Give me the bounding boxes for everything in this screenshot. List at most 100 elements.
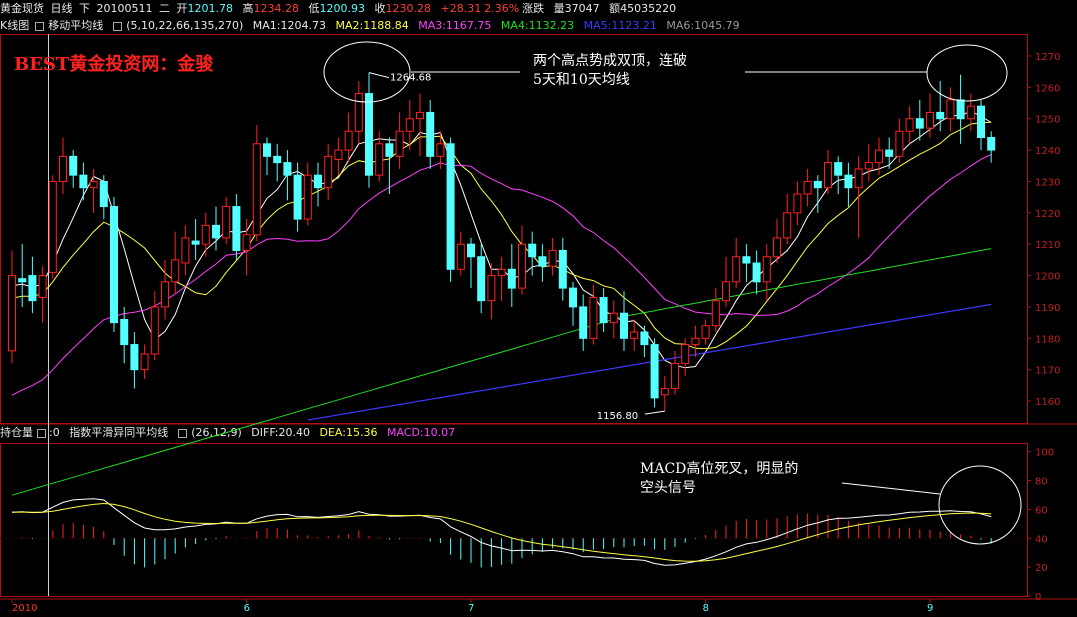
candle-body [232,206,241,251]
macd-tick-label: 60 [1035,505,1048,516]
ma-lines [11,110,992,496]
macd-tick-label: 100 [1035,448,1054,459]
candle-body [569,287,577,308]
candle-body [915,118,924,129]
candle-body [365,93,373,176]
candle-body [456,243,465,270]
candle-body [242,234,251,251]
candle-body [324,155,333,189]
price-tick-label: 1200 [1035,272,1060,283]
price-tick-label: 1270 [1035,52,1060,63]
macd-panel-border [0,443,1028,597]
price-tick-label: 1210 [1035,240,1060,251]
time-tick-label: 7 [468,603,474,614]
candle-body [110,206,118,324]
candle-body [314,174,322,189]
top-annotation-line2: 5天和10天均线 [533,72,630,88]
candle-body [609,312,618,324]
candle-body [507,268,516,289]
candle-body [161,281,169,308]
candle-body [171,259,180,283]
candle-body [385,143,394,157]
candle-body [762,256,771,283]
candle-body [395,130,404,157]
candle-body [99,180,108,208]
macd-annotation-line1: MACD高位死叉，明显的 [640,461,799,477]
candle-body [263,143,271,157]
candle-body [854,168,863,189]
candle-body [354,93,363,132]
candle-body [966,105,975,120]
candle-body [946,99,955,120]
trough-price-label: 1156.80 [597,411,638,422]
candle-body [885,149,894,157]
candle-body [630,331,639,339]
price-tick-label: 1190 [1035,303,1060,314]
candle-body [834,162,843,176]
top-annotation: 两个高点势成双顶，连破 5天和10天均线 [533,52,687,90]
candle-body [926,111,934,129]
candle-body [895,130,904,157]
peak-marker-line [368,72,390,79]
candle-body [273,155,282,164]
candle-body [191,240,200,245]
trough-marker-line [644,410,665,415]
candle-body [8,275,16,352]
price-tick-label: 1180 [1035,334,1060,345]
candle-body [681,344,690,364]
candle-body [701,325,710,339]
candle-body [405,118,414,132]
price-tick-label: 1240 [1035,146,1060,157]
candle-body [864,162,873,170]
right-peak-circle [926,44,1008,102]
price-tick-label: 1220 [1035,209,1060,220]
candle-body [783,212,792,239]
price-tick-label: 1260 [1035,83,1060,94]
candle-body [150,306,159,355]
chart-canvas[interactable]: 1160 1170 1180 1190 1200 1210 1220 1230 1240 1250… [0,0,1077,617]
candle-body [252,143,261,236]
candle-body [120,318,129,346]
candle-body [283,162,292,176]
macd-tick-label: 80 [1035,477,1048,488]
candle-body [477,256,486,302]
time-tick-label: 8 [703,603,709,614]
candle-body [130,344,139,371]
macd-annotation-line2: 空头信号 [640,480,696,496]
candle-body [69,155,78,176]
candle-body [956,99,965,120]
candle-body [844,174,853,189]
candle-body [344,130,353,151]
ma10-line [11,121,992,350]
candle-body [528,243,537,258]
candle-body [558,249,567,289]
candle-body [773,237,781,258]
candle-body [538,256,547,267]
time-tick-label: 6 [244,603,250,614]
candle-body [650,344,659,399]
candle-body [201,224,210,245]
macd-tick-label: 40 [1035,534,1048,545]
candle-body [59,155,67,182]
candle-body [579,306,588,339]
candle-body [722,281,730,302]
candle-body [293,174,302,220]
candle-body [487,275,496,302]
price-tick-label: 1170 [1035,366,1060,377]
macd-tick-label: 0 [1035,592,1041,603]
candle-body [497,268,506,277]
time-tick-label: 2010 [12,603,37,614]
candle-body [671,362,679,389]
chart-frame: 1160 1170 1180 1190 1200 1210 1220 1230 1240 1250… [0,34,1077,614]
candle-body [987,137,996,151]
watermark: BEST黄金投资网：金骏 [14,54,214,75]
candle-body [518,243,526,289]
macd-pointer-line [841,482,941,495]
candle-body [467,243,475,258]
candle-body [793,193,802,214]
candle-body [446,143,455,270]
candle-body [599,297,608,324]
candle-body [89,180,98,189]
candle-body [375,143,384,176]
candle-body [140,353,149,371]
